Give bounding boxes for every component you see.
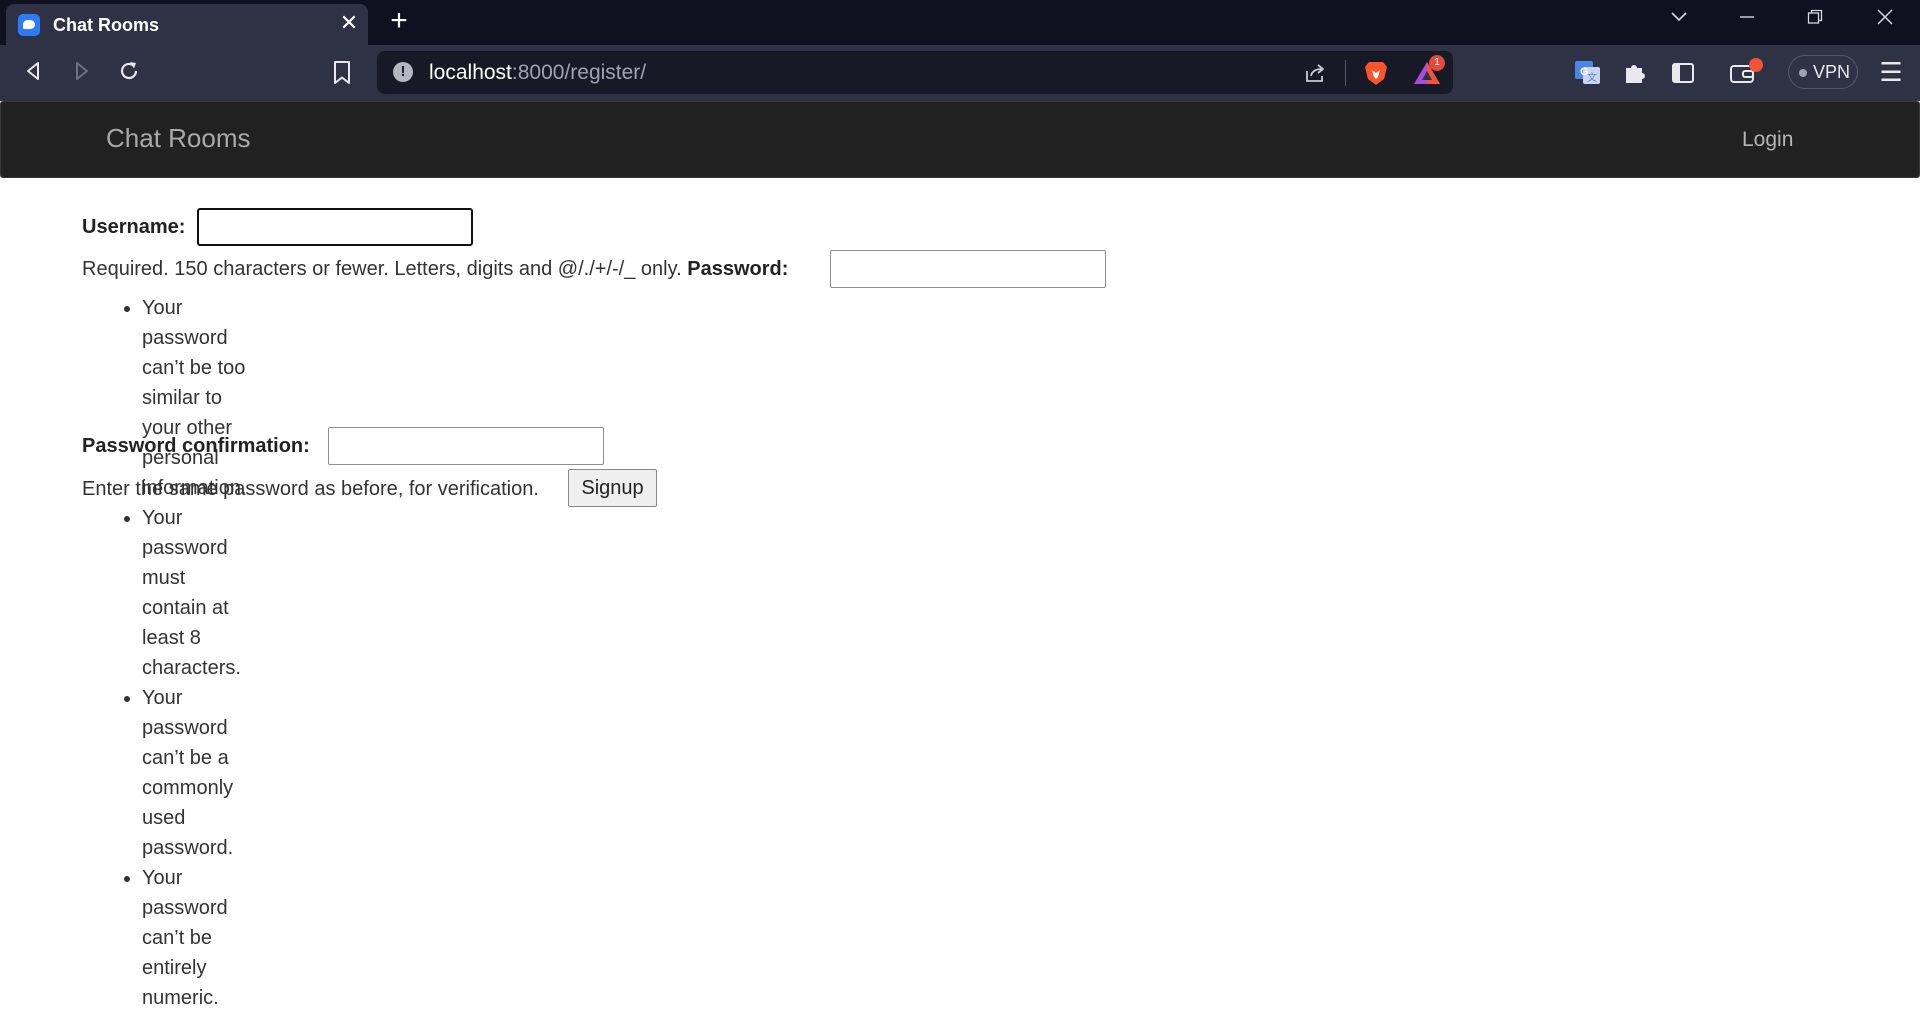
password-confirmation-label: Password confirmation:: [82, 435, 310, 457]
site-brand-link[interactable]: Chat Rooms: [106, 123, 251, 154]
password-input[interactable]: [830, 250, 1106, 288]
site-navbar: Chat Rooms Login: [0, 101, 1920, 178]
back-button[interactable]: [20, 59, 48, 87]
password-label: Password:: [687, 258, 789, 280]
url-path: :8000/register/: [511, 61, 647, 84]
tab-search-chevron-icon[interactable]: [1664, 8, 1694, 32]
vpn-button[interactable]: VPN: [1788, 55, 1858, 89]
list-item: Your password can’t be a commonly used p…: [142, 683, 247, 863]
sidebar-toggle-icon[interactable]: [1668, 58, 1698, 88]
username-input[interactable]: [197, 208, 473, 246]
new-tab-button[interactable]: +: [386, 6, 412, 36]
list-item: Your password can’t be entirely numeric.: [142, 863, 247, 1013]
browser-menu-icon[interactable]: ☰: [1876, 57, 1906, 87]
extensions-puzzle-icon[interactable]: [1620, 58, 1650, 88]
login-link[interactable]: Login: [1742, 128, 1793, 152]
confirm-row: Password confirmation:: [82, 435, 310, 458]
brave-shields-icon[interactable]: [1363, 59, 1389, 87]
browser-tab[interactable]: Chat Rooms ✕: [6, 4, 368, 45]
address-bar[interactable]: ! localhost:8000/register/ 1: [377, 51, 1453, 94]
browser-tab-strip: Chat Rooms ✕ +: [0, 0, 1920, 45]
share-icon[interactable]: [1303, 61, 1327, 85]
minimize-button[interactable]: [1732, 8, 1762, 32]
username-label: Username:: [82, 216, 186, 238]
vpn-status-dot-icon: [1799, 69, 1807, 77]
browser-toolbar: ! localhost:8000/register/ 1 G文 VPN ☰: [0, 45, 1920, 101]
rewards-notification-badge: 1: [1429, 55, 1445, 71]
password-confirmation-input[interactable]: [328, 427, 604, 465]
translate-icon[interactable]: G文: [1572, 58, 1602, 88]
username-help-text: Required. 150 characters or fewer. Lette…: [82, 258, 682, 280]
username-row: Username:: [82, 216, 185, 239]
site-info-icon[interactable]: !: [393, 62, 413, 82]
password-rules-list: Your password can’t be too similar to yo…: [82, 293, 247, 1013]
reload-button[interactable]: [115, 59, 143, 87]
bookmark-icon[interactable]: [330, 59, 358, 87]
tab-title: Chat Rooms: [53, 15, 160, 35]
signup-button[interactable]: Signup: [568, 469, 657, 507]
close-tab-icon[interactable]: ✕: [338, 12, 360, 34]
vpn-label: VPN: [1813, 62, 1851, 82]
url-text[interactable]: localhost:8000/register/: [429, 61, 646, 85]
chat-favicon-icon: [18, 14, 40, 36]
close-window-button[interactable]: [1870, 8, 1900, 32]
svg-text:文: 文: [1587, 71, 1597, 84]
forward-button[interactable]: [67, 59, 95, 87]
restore-button[interactable]: [1800, 8, 1830, 32]
wallet-icon[interactable]: [1728, 58, 1763, 88]
url-host: localhost: [429, 61, 512, 84]
list-item: Your password must contain at least 8 ch…: [142, 503, 247, 683]
username-help-row: Required. 150 characters or fewer. Lette…: [82, 258, 788, 281]
list-item: Your password can’t be too similar to yo…: [142, 293, 247, 503]
confirm-help-text: Enter the same password as before, for v…: [82, 478, 539, 500]
address-bar-divider: [1345, 60, 1346, 86]
confirm-help-row: Enter the same password as before, for v…: [82, 478, 539, 501]
